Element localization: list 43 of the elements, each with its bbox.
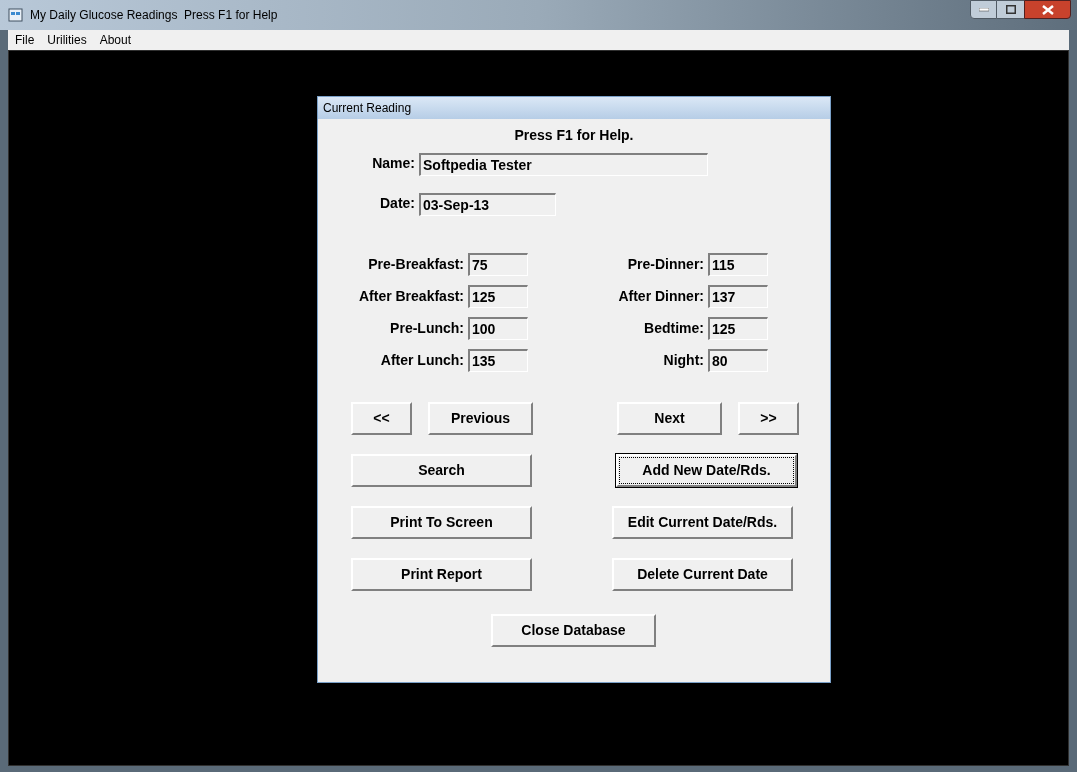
dialog-button[interactable]: Next — [617, 402, 722, 435]
text-field[interactable]: 125 — [708, 317, 768, 340]
field-label: Date: — [379, 194, 415, 213]
reading-label: After Lunch: — [379, 351, 464, 370]
reading-label: Bedtime: — [643, 319, 704, 338]
dialog-title: Current Reading — [323, 100, 412, 117]
field-label: Name: — [371, 154, 415, 173]
minimize-button[interactable] — [970, 0, 997, 19]
close-icon — [1041, 4, 1054, 15]
dialog-button[interactable]: Edit Current Date/Rds. — [612, 506, 793, 539]
text-field[interactable]: 03-Sep-13 — [419, 193, 556, 216]
text-field[interactable]: Softpedia Tester — [419, 153, 708, 176]
reading-label: Pre-Breakfast: — [367, 255, 464, 274]
text-field[interactable]: 137 — [708, 285, 768, 308]
maximize-icon — [1005, 5, 1016, 14]
text-field[interactable]: 75 — [468, 253, 528, 276]
reading-label: After Breakfast: — [357, 287, 464, 306]
dialog-button[interactable]: Print Report — [351, 558, 532, 591]
text-field[interactable]: 115 — [708, 253, 768, 276]
text-field[interactable]: 135 — [468, 349, 528, 372]
text-field[interactable]: 125 — [468, 285, 528, 308]
menu-item[interactable]: About — [99, 31, 132, 49]
window-title: My Daily Glucose Readings Press F1 for Help — [30, 7, 278, 24]
dialog-button[interactable]: << — [351, 402, 412, 435]
reading-label: Night: — [662, 351, 704, 370]
dialog-button[interactable]: Previous — [428, 402, 533, 435]
reading-label: Pre-Dinner: — [626, 255, 704, 274]
minimize-icon — [978, 7, 989, 12]
dialog-button[interactable]: Close Database — [491, 614, 656, 647]
dialog-button[interactable]: >> — [738, 402, 799, 435]
app-icon — [8, 7, 24, 23]
maximize-button[interactable] — [997, 0, 1024, 19]
text-field[interactable]: 100 — [468, 317, 528, 340]
dialog-button[interactable]: Print To Screen — [351, 506, 532, 539]
close-button[interactable] — [1024, 0, 1071, 19]
dialog-button[interactable]: Delete Current Date — [612, 558, 793, 591]
reading-label: After Dinner: — [617, 287, 704, 306]
menu-item[interactable]: Urilities — [47, 31, 87, 49]
reading-label: Pre-Lunch: — [389, 319, 464, 338]
dialog-button[interactable]: Search — [351, 454, 532, 487]
menu-item[interactable]: File — [15, 31, 35, 49]
dialog-button[interactable]: Add New Date/Rds. — [616, 454, 797, 487]
text-field[interactable]: 80 — [708, 349, 768, 372]
